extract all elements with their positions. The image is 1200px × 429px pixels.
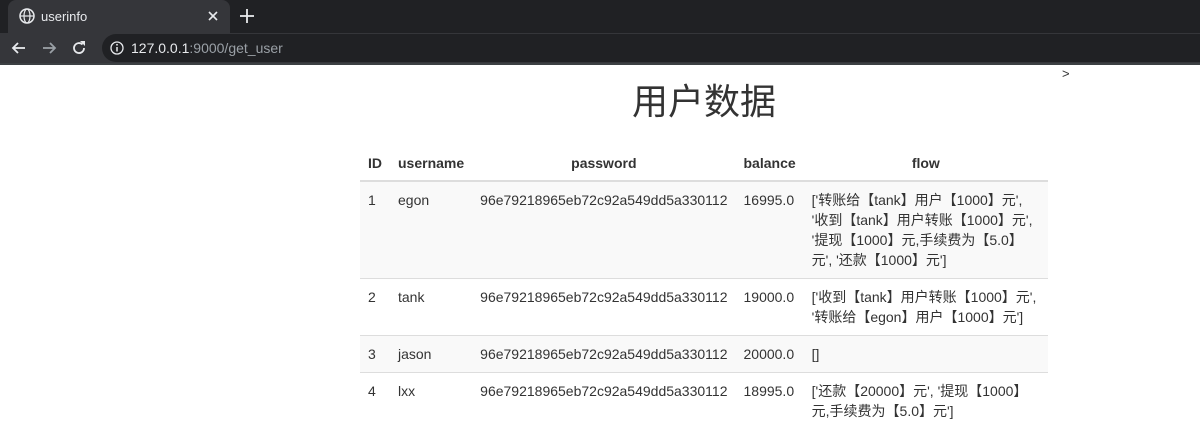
cell-balance: 20000.0 [736,336,804,373]
browser-tab[interactable]: userinfo [8,0,230,33]
header-password: password [472,146,735,181]
cell-password: 96e79218965eb72c92a549dd5a330112 [472,373,735,429]
table-row: 4 lxx 96e79218965eb72c92a549dd5a330112 1… [360,373,1048,429]
url-text: 127.0.0.1:9000/get_user [131,40,283,56]
user-table: ID username password balance flow 1 egon… [360,146,1048,429]
header-username: username [390,146,472,181]
cell-balance: 16995.0 [736,181,804,279]
cell-id: 3 [360,336,390,373]
stray-text: > [1062,66,1070,81]
table-row: 2 tank 96e79218965eb72c92a549dd5a330112 … [360,279,1048,336]
cell-flow: ['转账给【tank】用户【1000】元', '收到【tank】用户转账【100… [804,181,1048,279]
forward-arrow-icon[interactable] [39,38,59,58]
page-content: > 用户数据 ID username password balance flow… [0,65,1200,426]
cell-id: 4 [360,373,390,429]
info-icon[interactable] [110,41,124,55]
tab-strip: userinfo [0,0,1200,33]
browser-toolbar: 127.0.0.1:9000/get_user [0,33,1200,63]
cell-flow: ['收到【tank】用户转账【1000】元', '转账给【egon】用户【100… [804,279,1048,336]
globe-icon [19,8,35,24]
url-path: :9000/get_user [189,40,282,56]
address-bar[interactable]: 127.0.0.1:9000/get_user [102,34,1200,62]
table-header-row: ID username password balance flow [360,146,1048,181]
header-balance: balance [736,146,804,181]
cell-id: 2 [360,279,390,336]
plus-icon[interactable] [237,6,257,26]
table-row: 3 jason 96e79218965eb72c92a549dd5a330112… [360,336,1048,373]
cell-username: jason [390,336,472,373]
cell-flow: [] [804,336,1048,373]
page-title: 用户数据 [360,77,1048,127]
cell-id: 1 [360,181,390,279]
cell-username: tank [390,279,472,336]
header-id: ID [360,146,390,181]
cell-balance: 19000.0 [736,279,804,336]
tab-title: userinfo [41,9,87,24]
close-icon[interactable] [204,7,222,25]
back-arrow-icon[interactable] [9,38,29,58]
cell-username: lxx [390,373,472,429]
cell-username: egon [390,181,472,279]
header-flow: flow [804,146,1048,181]
cell-flow: ['还款【20000】元', '提现【1000】元,手续费为【5.0】元'] [804,373,1048,429]
table-row: 1 egon 96e79218965eb72c92a549dd5a330112 … [360,181,1048,279]
cell-password: 96e79218965eb72c92a549dd5a330112 [472,181,735,279]
url-host: 127.0.0.1 [131,40,189,56]
cell-balance: 18995.0 [736,373,804,429]
cell-password: 96e79218965eb72c92a549dd5a330112 [472,279,735,336]
reload-icon[interactable] [69,38,89,58]
cell-password: 96e79218965eb72c92a549dd5a330112 [472,336,735,373]
